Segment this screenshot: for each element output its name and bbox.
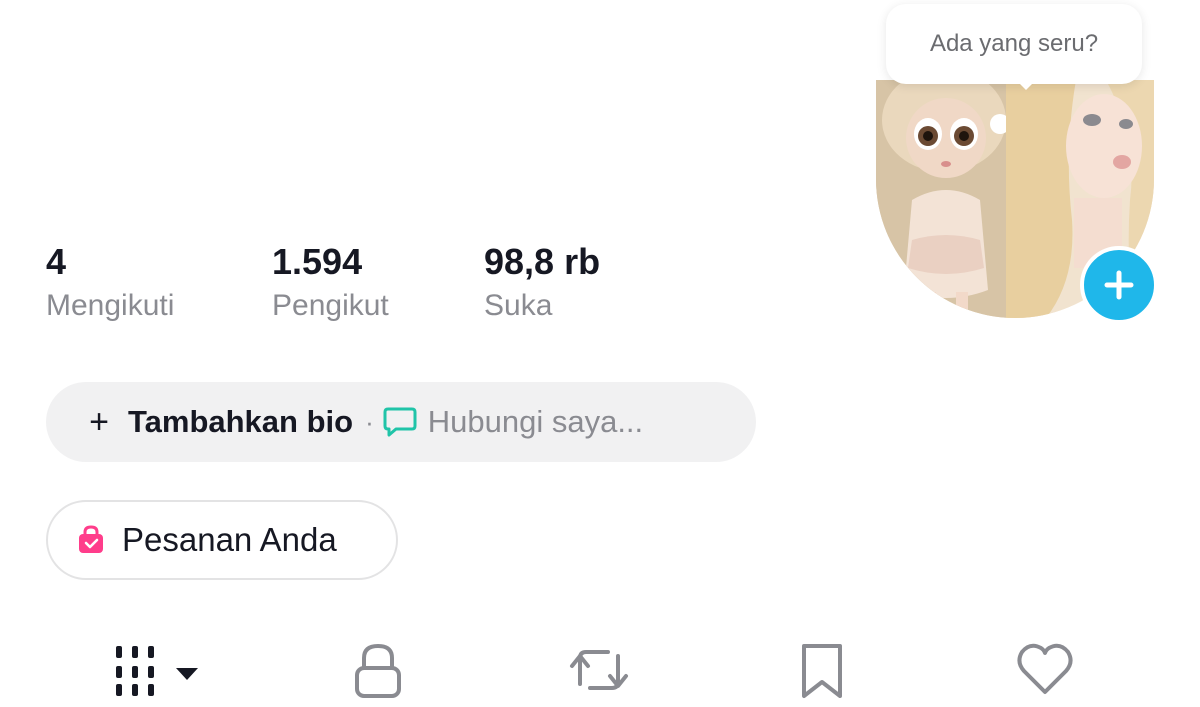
following-label: Mengikuti [46,289,175,322]
bio-separator: · [365,406,374,437]
heart-icon [1014,640,1076,698]
tab-favorites[interactable] [796,640,848,707]
profile-stats: 4 Mengikuti 1.594 Pengikut 98,8 rb Suka [46,238,684,326]
bio-pill: + Tambahkan bio · Hubungi saya... [46,382,756,462]
stat-following[interactable]: 4 Mengikuti [46,238,272,326]
bookmark-icon [796,640,848,702]
story-tooltip[interactable]: Ada yang seru? [886,4,1142,84]
likes-label: Suka [484,289,553,322]
stat-likes[interactable]: 98,8 rb Suka [484,238,684,326]
shopping-bag-icon [74,523,108,557]
tab-reposts[interactable] [566,640,632,705]
lock-icon [350,640,406,700]
followers-count: 1.594 [272,241,363,282]
following-count: 4 [46,241,67,282]
stat-followers[interactable]: 1.594 Pengikut [272,238,484,326]
tooltip-text: Ada yang seru? [929,30,1099,57]
tab-private[interactable] [350,640,406,705]
tooltip-tail [1014,78,1038,90]
grid-icon [112,640,204,698]
orders-label: Pesanan Anda [122,521,337,558]
repost-icon [566,640,632,700]
add-story-button[interactable] [1080,246,1158,324]
profile-tab-bar [0,636,1200,704]
contact-me-button[interactable]: Hubungi saya... [428,404,643,440]
tab-posts-grid[interactable] [112,640,204,703]
followers-label: Pengikut [272,289,389,322]
plus-icon [1104,270,1134,300]
likes-count: 98,8 rb [484,241,601,282]
plus-icon: + [89,403,109,441]
message-icon [382,405,418,439]
your-orders-button[interactable]: Pesanan Anda [46,500,398,580]
tab-liked[interactable] [1014,640,1076,703]
add-bio-button[interactable]: Tambahkan bio [128,404,353,440]
